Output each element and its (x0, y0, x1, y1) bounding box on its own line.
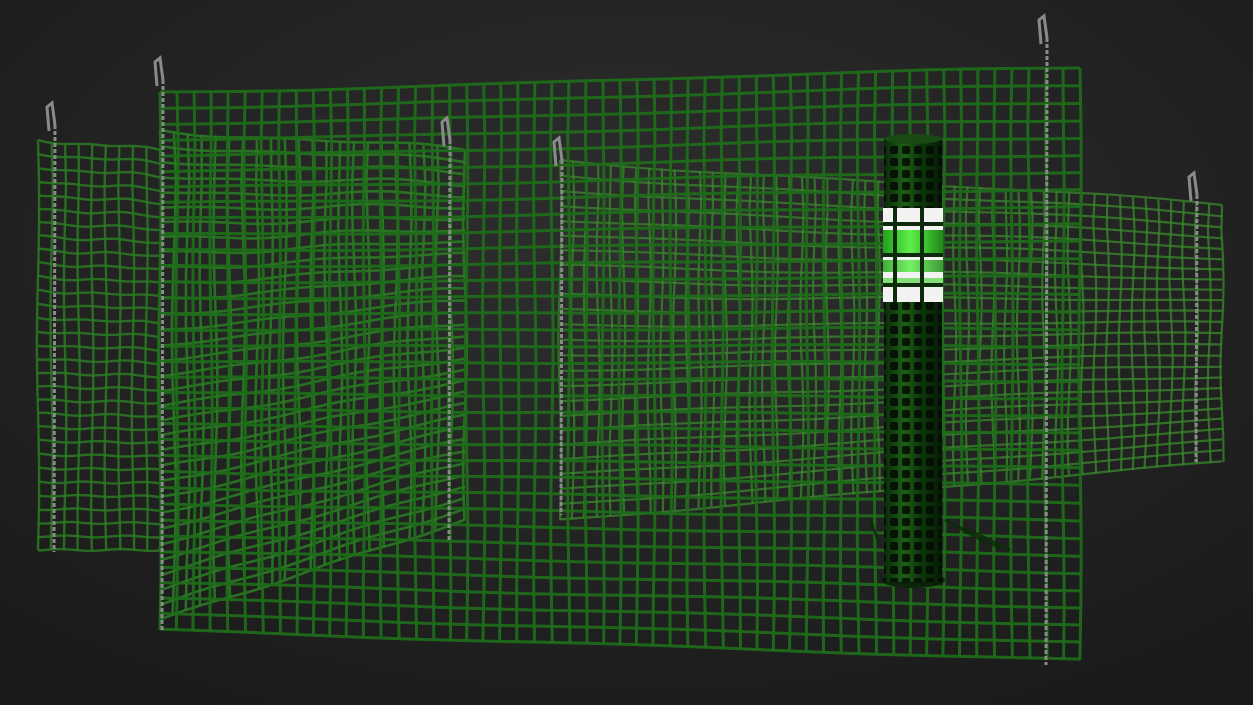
mesh-horizontal-strand (37, 480, 161, 485)
mesh-roll-texture (884, 138, 942, 582)
mesh-roll-top (884, 134, 942, 144)
mesh-roll-label (883, 208, 943, 302)
fence-scene (0, 0, 1253, 705)
